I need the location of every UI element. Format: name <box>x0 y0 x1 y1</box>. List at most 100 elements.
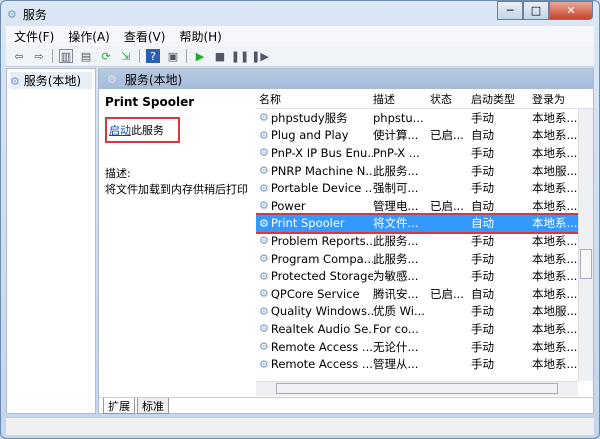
title-bar: ⚙ 服务 <box>7 5 47 23</box>
tab-standard[interactable]: 标准 <box>137 398 169 414</box>
window-title: 服务 <box>22 7 47 22</box>
service-icon: ⚙ <box>259 199 269 213</box>
service-row[interactable]: ⚙ Portable Device ... 强制可... 手动 本地系... <box>256 179 593 197</box>
cell-log-on-as: 本地系... <box>532 145 578 160</box>
service-row[interactable]: ⚙ Program Compa... 此服务... 手动 本地系... <box>256 250 593 268</box>
service-icon: ⚙ <box>259 234 269 248</box>
service-row[interactable]: ⚙ Print Spooler 将文件... 自动 本地系... <box>256 212 593 235</box>
menu-file[interactable]: 文件(F) <box>14 28 54 45</box>
tree-item-services-local[interactable]: ⚙ 服务(本地) <box>10 72 92 89</box>
tab-extended[interactable]: 扩展 <box>103 398 135 414</box>
cell-name: Program Compa... <box>270 251 373 266</box>
back-icon[interactable]: ⇦ <box>12 49 26 63</box>
services-icon: ⚙ <box>7 7 17 21</box>
cell-log-on-as: 本地系... <box>532 251 578 266</box>
cell-log-on-as: 本地系... <box>532 339 578 354</box>
console-icon[interactable]: ▣ <box>166 49 180 63</box>
menu-view[interactable]: 查看(V) <box>124 28 166 45</box>
cell-status: 已启... <box>430 198 464 213</box>
stop-icon[interactable]: ■ <box>213 49 227 63</box>
service-icon: ⚙ <box>259 357 269 371</box>
column-description[interactable]: 描述 <box>373 91 430 107</box>
column-name[interactable]: 名称 <box>256 91 373 107</box>
cell-log-on-as: 本地系... <box>532 198 578 213</box>
horizontal-scrollbar[interactable] <box>256 381 578 396</box>
cell-description: 无论什... <box>373 339 419 354</box>
description-label: 描述: <box>105 167 131 180</box>
menu-help[interactable]: 帮助(H) <box>179 28 221 45</box>
cell-name: Print Spooler <box>270 216 345 231</box>
column-startup-type[interactable]: 启动类型 <box>471 91 532 107</box>
cell-name: Protected Storage <box>270 269 373 284</box>
cell-startup-type: 手动 <box>471 321 494 336</box>
cell-description: phpstu... <box>373 110 424 125</box>
services-window: ⚙ 服务 ─ □ ✕ 文件(F) 操作(A) 查看(V) 帮助(H) ⇦ ⇨ ▥… <box>0 0 600 439</box>
cell-name: PnP-X IP Bus Enu... <box>270 145 373 160</box>
service-row[interactable]: ⚙ QPCore Service 腾讯安... 已启... 自动 本地系... <box>256 285 593 303</box>
help-icon[interactable]: ? <box>146 49 160 63</box>
cell-description: PnP-X ... <box>373 145 420 160</box>
vertical-scrollbar[interactable] <box>578 109 593 381</box>
cell-description: 强制可... <box>373 181 419 196</box>
minimize-button[interactable]: ─ <box>497 1 523 20</box>
service-row[interactable]: ⚙ phpstudy服务 phpstu... 手动 本地系... <box>256 109 593 127</box>
cell-startup-type: 手动 <box>471 163 494 178</box>
description-text: 将文件加载到内存供稍后打印 <box>105 183 248 196</box>
cell-name: Power <box>270 198 306 213</box>
service-row[interactable]: ⚙ Quality Windows... 优质 Wi... 手动 本地服... <box>256 303 593 321</box>
column-log-on-as[interactable]: 登录为 <box>532 91 580 107</box>
properties-icon[interactable]: ▤ <box>79 49 93 63</box>
pause-icon[interactable]: ❚❚ <box>231 49 249 63</box>
service-icon: ⚙ <box>259 304 269 318</box>
service-icon: ⚙ <box>259 252 269 266</box>
service-row[interactable]: ⚙ Remote Access ... 管理从... 手动 本地系... <box>256 355 593 373</box>
cell-description: For co... <box>373 321 419 336</box>
service-row[interactable]: ⚙ PNRP Machine N... 此服务... 手动 本地服... <box>256 162 593 180</box>
service-row[interactable]: ⚙ Remote Access ... 无论什... 手动 本地系... <box>256 338 593 356</box>
close-button[interactable]: ✕ <box>549 1 593 20</box>
cell-name: PNRP Machine N... <box>270 163 373 178</box>
cell-log-on-as: 本地服... <box>532 163 578 178</box>
service-row[interactable]: ⚙ Protected Storage 为敏感... 手动 本地系... <box>256 267 593 285</box>
cell-description: 使计算... <box>373 128 419 143</box>
cell-name: QPCore Service <box>270 286 360 301</box>
service-row[interactable]: ⚙ PnP-X IP Bus Enu... PnP-X ... 手动 本地系... <box>256 144 593 162</box>
cell-name: Plug and Play <box>270 128 349 143</box>
menu-action[interactable]: 操作(A) <box>68 28 110 45</box>
service-icon: ⚙ <box>259 146 269 160</box>
tree-pane: ⚙ 服务(本地) <box>6 68 96 414</box>
export-icon[interactable]: ⇲ <box>119 49 133 63</box>
cell-log-on-as: 本地系... <box>532 286 578 301</box>
service-row[interactable]: ⚙ Problem Reports... 此服务... 手动 本地系... <box>256 232 593 250</box>
forward-icon[interactable]: ⇨ <box>32 49 46 63</box>
cell-description: 此服务... <box>373 251 419 266</box>
cell-startup-type: 手动 <box>471 339 494 354</box>
cell-startup-type: 自动 <box>471 216 494 231</box>
start-service-link[interactable]: 启动 <box>109 124 131 137</box>
cell-status: 已启... <box>430 128 464 143</box>
restart-icon[interactable]: ❚▶ <box>251 49 269 63</box>
service-icon: ⚙ <box>259 269 269 283</box>
cell-log-on-as: 本地服... <box>532 304 578 319</box>
cell-startup-type: 手动 <box>471 110 494 125</box>
refresh-icon[interactable]: ⟳ <box>99 49 113 63</box>
cell-log-on-as: 本地系... <box>532 269 578 284</box>
cell-startup-type: 自动 <box>471 128 494 143</box>
service-icon: ⚙ <box>259 111 269 125</box>
cell-description: 优质 Wi... <box>373 304 425 319</box>
service-row[interactable]: ⚙ Realtek Audio Se... For co... 手动 本地系... <box>256 320 593 338</box>
cell-log-on-as: 本地系... <box>532 181 578 196</box>
service-icon: ⚙ <box>259 340 269 354</box>
maximize-button[interactable]: □ <box>523 1 549 20</box>
column-status[interactable]: 状态 <box>430 91 471 107</box>
cell-name: phpstudy服务 <box>270 110 348 125</box>
service-row[interactable]: ⚙ Plug and Play 使计算... 已启... 自动 本地系... <box>256 127 593 145</box>
services-pane: ⚙ 服务(本地) Print Spooler 启动此服务 描述: 将文件加载到内存… <box>98 68 594 414</box>
cell-startup-type: 手动 <box>471 357 494 372</box>
start-icon[interactable]: ▶ <box>193 49 207 63</box>
service-row[interactable]: ⚙ Power 管理电... 已启... 自动 本地系... <box>256 197 593 215</box>
cell-startup-type: 手动 <box>471 145 494 160</box>
show-hide-tree-icon[interactable]: ▥ <box>59 49 73 63</box>
cell-description: 管理从... <box>373 357 419 372</box>
service-name-heading: Print Spooler <box>105 95 195 109</box>
